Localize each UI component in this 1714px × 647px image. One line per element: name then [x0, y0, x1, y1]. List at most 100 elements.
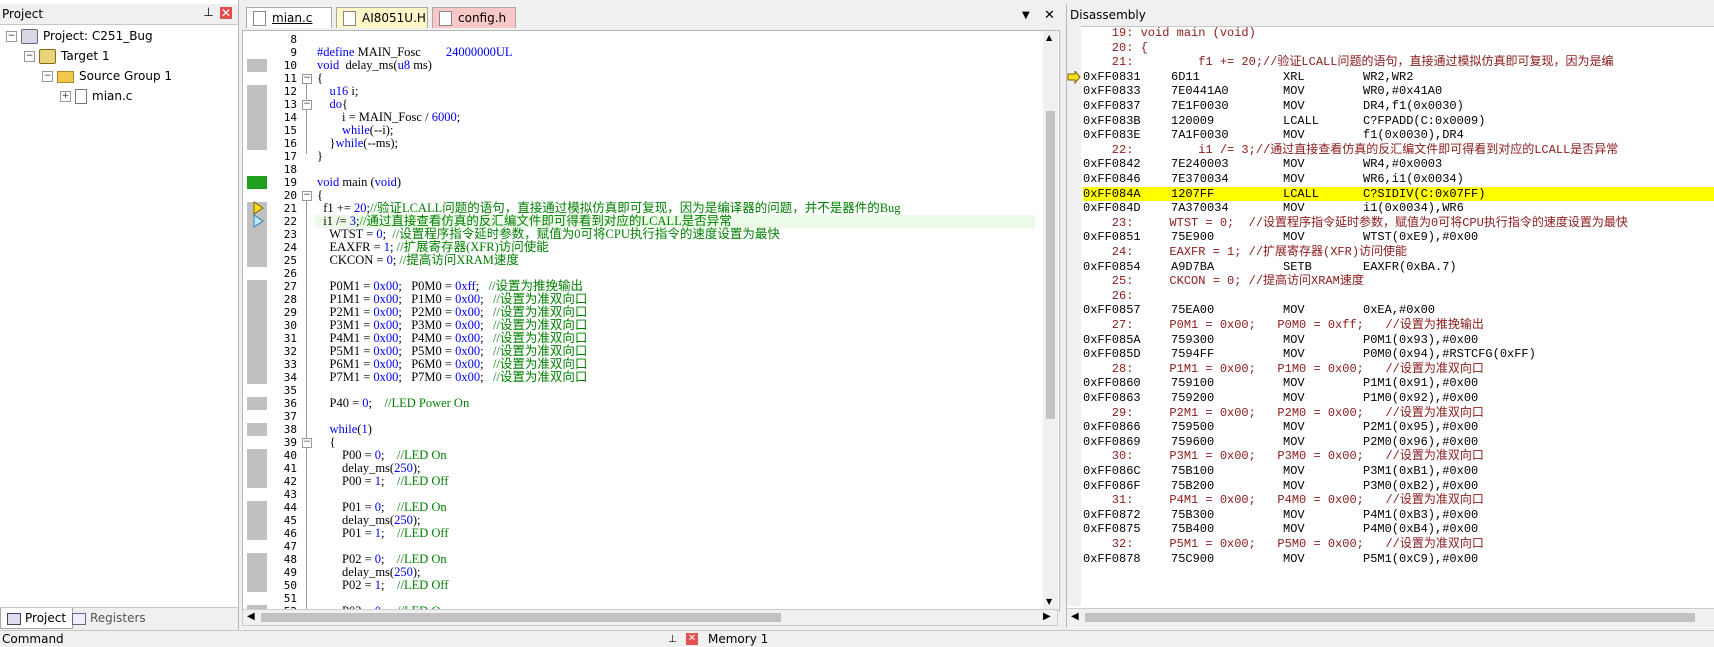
asm-instruction-row[interactable]: 0xFF086F 75B200 MOV P3M0(0xB2),#0x00	[1083, 479, 1714, 494]
address: 0xFF086C	[1083, 464, 1141, 478]
asm-instruction-row[interactable]: 0xFF0846 7E370034 MOV WR6,i1(0x0034)	[1083, 172, 1714, 187]
line-number: 26	[283, 267, 297, 280]
chevron-right-icon[interactable]: ▶	[1043, 611, 1051, 622]
source-line[interactable]: 20: {	[1083, 41, 1714, 56]
asm-instruction-row[interactable]: 0xFF0863 759200 MOV P1M0(0x92),#0x00	[1083, 391, 1714, 406]
source-line[interactable]: 22: i1 /= 3;//通过直接查看仿真的反汇编文件即可得看到对应的LCAL…	[1083, 143, 1714, 158]
code-line: CKCON = 0; //提高访问XRAM速度	[317, 253, 519, 267]
source-line[interactable]: 29: P2M1 = 0x00; P2M0 = 0x00; //设置为准双向口	[1083, 406, 1714, 421]
mnemonic: SETB	[1283, 259, 1312, 274]
line-number: 40	[283, 449, 297, 462]
source-line[interactable]: 28: P1M1 = 0x00; P1M0 = 0x00; //设置为准双向口	[1083, 362, 1714, 377]
project-tab-icon	[7, 612, 21, 625]
tree-item[interactable]: − Target 1	[24, 47, 110, 65]
editor-gutter[interactable]: 8 9 10 11 12 13 14 15 16 17 18 19 20 21 22 23 24 25 26 27 28…	[243, 31, 298, 610]
asm-instruction-row[interactable]: 0xFF0842 7E240003 MOV WR4,#0x0003	[1083, 157, 1714, 172]
tree-item[interactable]: + mian.c	[60, 87, 132, 105]
pin-icon[interactable]: ⊥	[203, 6, 214, 18]
asm-instruction-row[interactable]: 0xFF0837 7E1F0030 MOV DR4,f1(0x0030)	[1083, 99, 1714, 114]
fold-collapse-icon[interactable]: −	[302, 100, 312, 110]
source-line[interactable]: 30: P3M1 = 0x00; P3M0 = 0x00; //设置为准双向口	[1083, 449, 1714, 464]
disassembly-gutter[interactable]	[1067, 26, 1081, 606]
source-line[interactable]: 24: EAXFR = 1; //扩展寄存器(XFR)访问使能	[1083, 245, 1714, 260]
asm-instruction-row[interactable]: 0xFF083E 7A1F0030 MOV f1(0x0030),DR4	[1083, 128, 1714, 143]
asm-instruction-row[interactable]: 0xFF085A 759300 MOV P0M1(0x93),#0x00	[1083, 333, 1714, 348]
operands: P1M1(0x91),#0x00	[1363, 376, 1479, 391]
scroll-thumb[interactable]	[261, 613, 781, 622]
asm-instruction-row[interactable]: 0xFF084D 7A370034 MOV i1(0x0034),WR6	[1083, 201, 1714, 216]
tab-mian-c[interactable]: mian.c	[246, 7, 332, 28]
collapse-icon[interactable]: −	[24, 51, 35, 62]
opcode-bytes: 6D11	[1171, 69, 1200, 84]
source-line[interactable]: 27: P0M1 = 0x00; P0M0 = 0xff; //设置为推挽输出	[1083, 318, 1714, 333]
asm-instruction-row[interactable]: 0xFF0833 7E0441A0 MOV WR0,#0x41A0	[1083, 84, 1714, 99]
asm-instruction-row[interactable]: 0xFF0875 75B400 MOV P4M0(0xB4),#0x00	[1083, 522, 1714, 537]
asm-instruction-row[interactable]: 0xFF0860 759100 MOV P1M1(0x91),#0x00	[1083, 376, 1714, 391]
mnemonic: XRL	[1283, 69, 1305, 84]
editor-horizontal-scrollbar[interactable]: ◀ ▶	[242, 609, 1058, 626]
source-text: 20: {	[1083, 40, 1148, 55]
fold-collapse-icon[interactable]: −	[302, 438, 312, 448]
fold-collapse-icon[interactable]: −	[302, 74, 312, 84]
disassembly-window[interactable]: Disassembly 19: void main (void) 20: { 2…	[1066, 4, 1714, 628]
mnemonic: MOV	[1283, 99, 1305, 113]
address: 0xFF085A	[1083, 332, 1141, 347]
asm-instruction-row[interactable]: 0xFF0857 75EA00 MOV 0xEA,#0x00	[1083, 303, 1714, 318]
tab-list-dropdown-icon[interactable]: ▼	[1022, 10, 1030, 21]
chevron-up-icon[interactable]: ▲	[1046, 33, 1052, 42]
opcode-bytes: 7A1F0030	[1171, 128, 1229, 143]
asm-instruction-row[interactable]: 0xFF0878 75C900 MOV P5M1(0xC9),#0x00	[1083, 552, 1714, 567]
expand-icon[interactable]: +	[60, 91, 71, 102]
asm-instruction-row[interactable]: 0xFF0854 A9D7BA SETB EAXFR(0xBA.7)	[1083, 260, 1714, 275]
tree-item[interactable]: − Project: C251_Bug	[6, 27, 153, 45]
asm-instruction-row[interactable]: 0xFF0866 759500 MOV P2M1(0x95),#0x00	[1083, 420, 1714, 435]
asm-instruction-row[interactable]: 0xFF085D 7594FF MOV P0M0(0x94),#RSTCFG(0xFF…	[1083, 347, 1714, 362]
asm-instruction-row[interactable]: 0xFF0869 759600 MOV P2M0(0x96),#0x00	[1083, 435, 1714, 450]
chevron-down-icon[interactable]: ▼	[1046, 597, 1052, 606]
source-line[interactable]: 31: P4M1 = 0x00; P4M0 = 0x00; //设置为准双向口	[1083, 493, 1714, 508]
tab-registers[interactable]: Registers	[66, 608, 152, 628]
source-line[interactable]: 23: WTST = 0; //设置程序指令延时参数，赋值为0可将CPU执行指令…	[1083, 216, 1714, 231]
asm-instruction-row[interactable]: 0xFF0872 75B300 MOV P4M1(0xB3),#0x00	[1083, 508, 1714, 523]
tab-config-h[interactable]: config.h	[432, 7, 516, 28]
asm-instruction-row[interactable]: 0xFF084A 1207FF LCALL C?SIDIV(C:0x07FF)	[1083, 186, 1714, 202]
mnemonic: MOV	[1283, 332, 1305, 347]
close-icon[interactable]: ✕	[220, 7, 232, 19]
asm-instruction-row[interactable]: 0xFF083B 120009 LCALL C?FPADD(C:0x0009)	[1083, 114, 1714, 129]
tab-project[interactable]: Project	[0, 608, 74, 629]
chevron-left-icon[interactable]: ◀	[1071, 611, 1079, 622]
editor-vertical-scrollbar[interactable]: ▲ ▼	[1043, 31, 1058, 610]
source-line[interactable]: 21: f1 += 20;//验证LCALL问题的语句，直接通过模拟仿真即可复现…	[1083, 55, 1714, 70]
collapse-icon[interactable]: −	[6, 31, 17, 42]
operands: P4M0(0xB4),#0x00	[1363, 522, 1479, 537]
scroll-thumb[interactable]	[1046, 111, 1055, 419]
code-editor[interactable]: 8 9 10 11 12 13 14 15 16 17 18 19 20 21 22 23 24 25 26 27 28…	[242, 30, 1060, 611]
pin-icon[interactable]: ⊥	[668, 634, 677, 645]
chevron-left-icon[interactable]: ◀	[247, 611, 255, 622]
collapse-icon[interactable]: −	[42, 71, 53, 82]
tab-ai8051u-h[interactable]: AI8051U.H	[336, 7, 428, 28]
project-icon	[21, 29, 38, 44]
disassembly-horizontal-scrollbar[interactable]: ◀	[1067, 608, 1714, 627]
close-icon[interactable]: ✕	[686, 633, 698, 645]
source-line[interactable]: 25: CKCON = 0; //提高访问XRAM速度	[1083, 274, 1714, 289]
operands: P2M0(0x96),#0x00	[1363, 434, 1479, 449]
asm-instruction-row[interactable]: 0xFF0851 75E900 MOV WTST(0xE9),#0x00	[1083, 230, 1714, 245]
source-line[interactable]: 32: P5M1 = 0x00; P5M0 = 0x00; //设置为准双向口	[1083, 537, 1714, 552]
memory-panel-title[interactable]: Memory 1	[708, 632, 768, 646]
mnemonic: MOV	[1283, 507, 1305, 522]
line-number: 13	[283, 98, 297, 111]
bottom-panels-strip: Command ⊥ ✕ Memory 1	[0, 630, 1714, 647]
fold-margin[interactable]: − − − −	[301, 31, 315, 610]
fold-collapse-icon[interactable]: −	[302, 191, 312, 201]
tree-item[interactable]: − Source Group 1	[42, 67, 172, 85]
source-line[interactable]: 26:	[1083, 289, 1714, 304]
asm-instruction-row[interactable]: 0xFF086C 75B100 MOV P3M1(0xB1),#0x00	[1083, 464, 1714, 479]
line-number: 45	[283, 514, 297, 527]
source-line[interactable]: 19: void main (void)	[1083, 26, 1714, 41]
scroll-thumb[interactable]	[1085, 613, 1695, 622]
asm-instruction-row[interactable]: 0xFF0831 6D11 XRL WR2,WR2	[1083, 70, 1714, 85]
opcode-bytes: 75C900	[1171, 551, 1215, 566]
command-panel-title[interactable]: Command	[2, 632, 64, 646]
close-icon[interactable]: ✕	[1044, 8, 1055, 23]
